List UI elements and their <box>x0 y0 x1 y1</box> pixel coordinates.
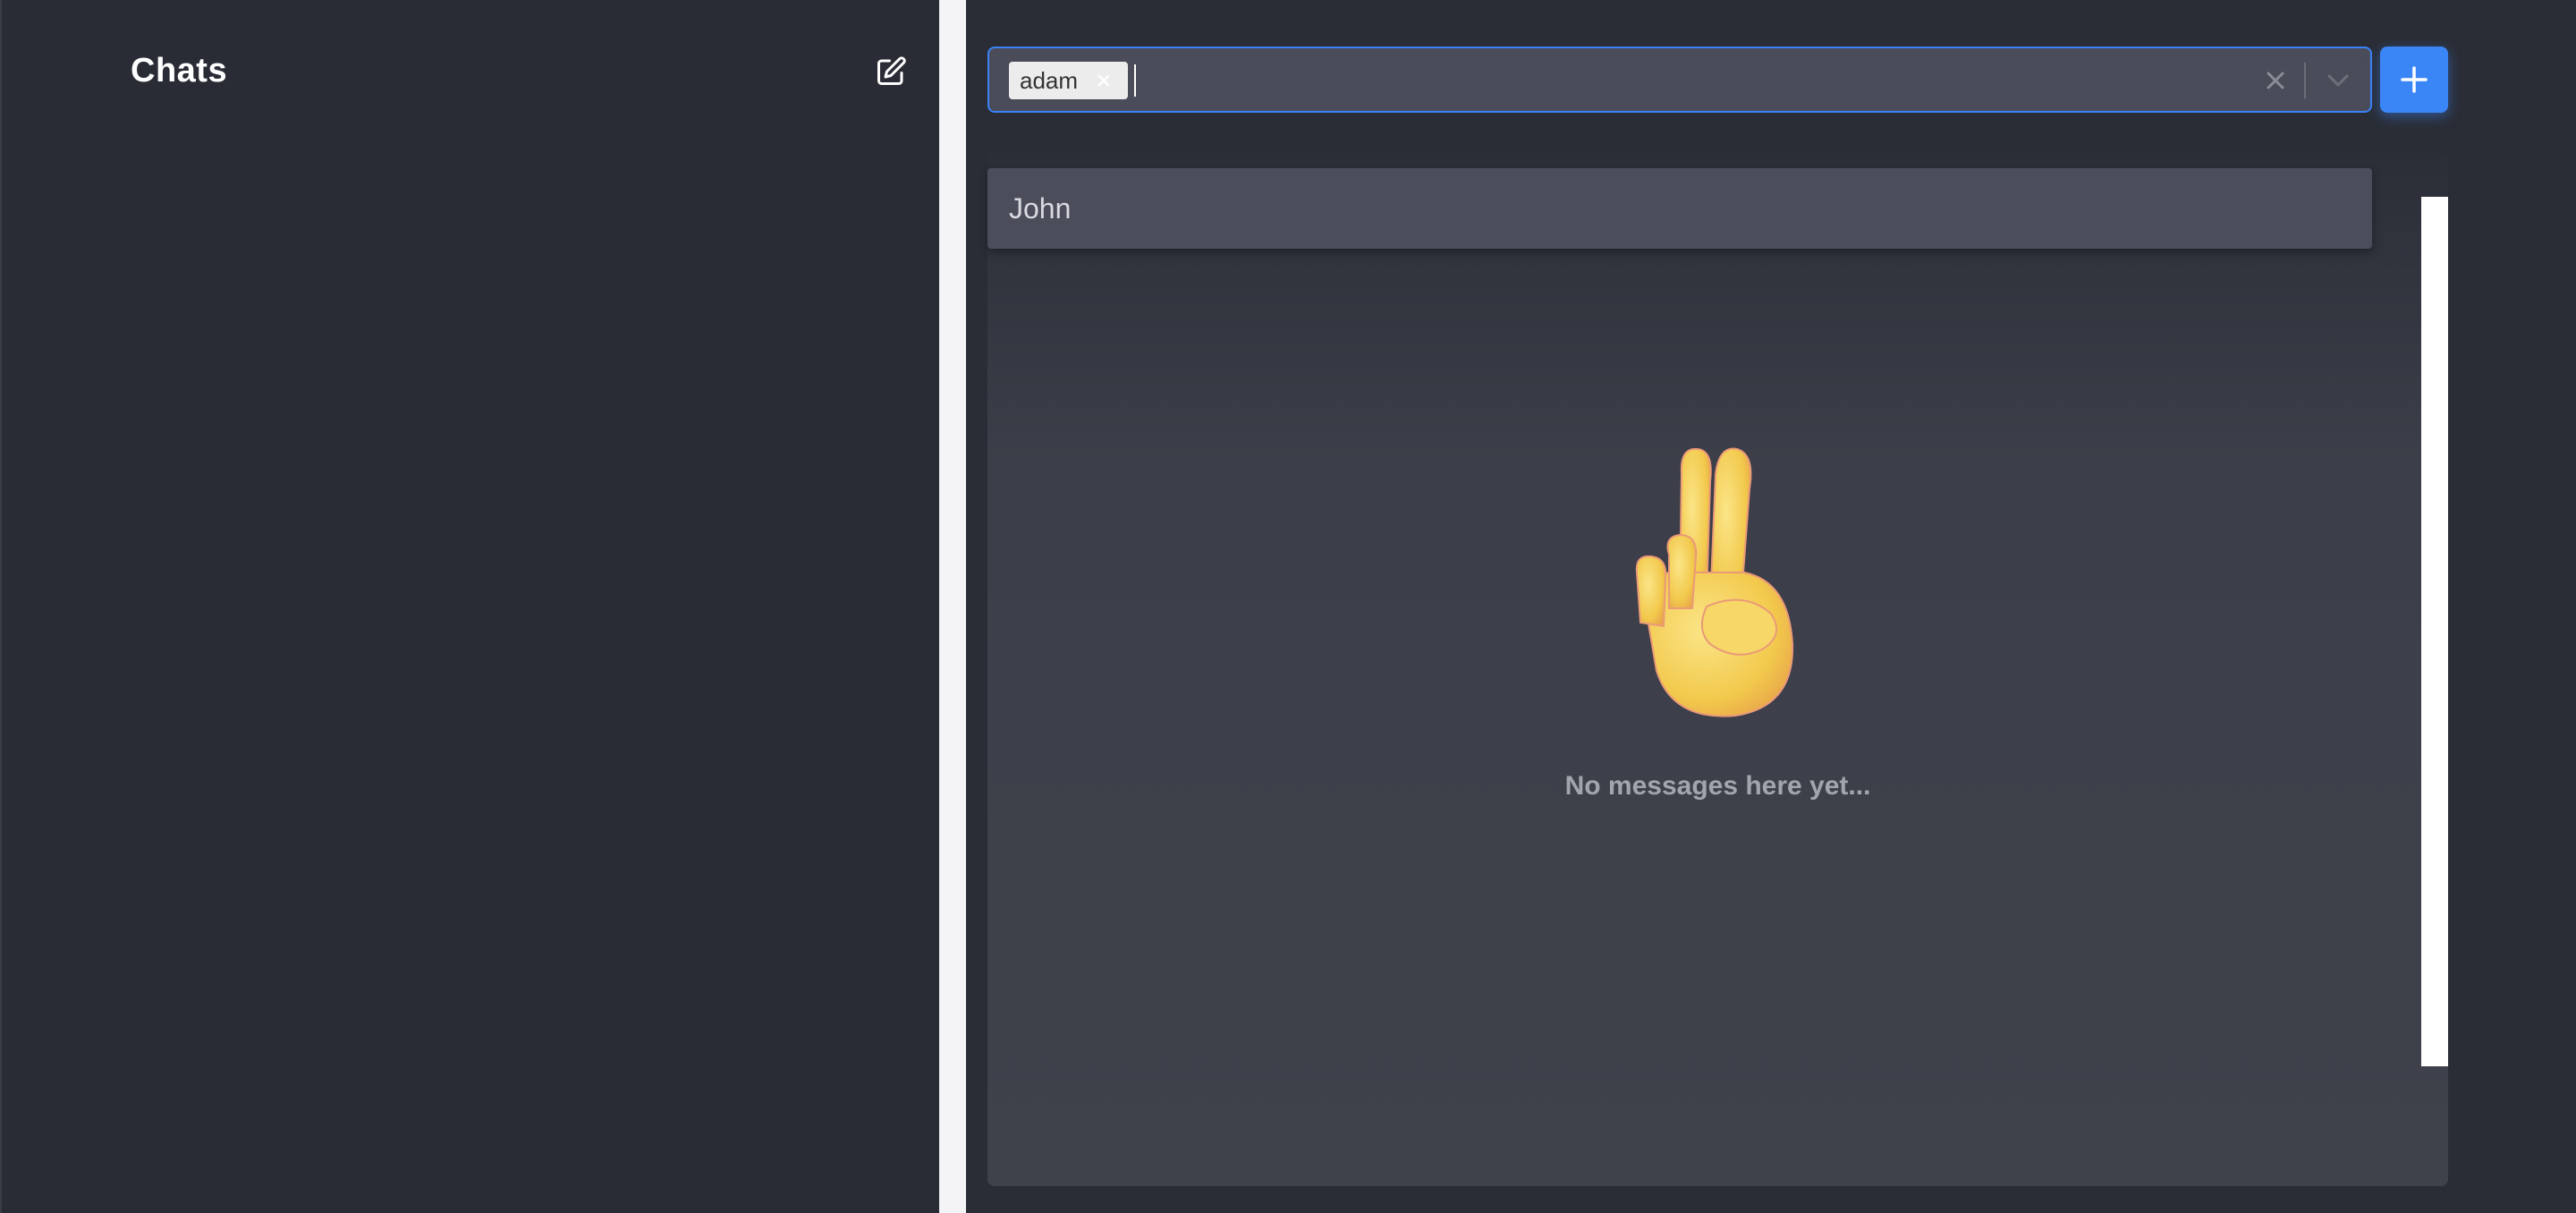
compose-icon <box>877 56 906 85</box>
remove-recipient-button[interactable] <box>1090 62 1117 99</box>
indicator-separator <box>2304 63 2306 98</box>
scrollbar[interactable] <box>2421 197 2448 1066</box>
close-icon <box>1097 74 1110 87</box>
app-window: Chats No messages here yet... adam John <box>0 0 2576 1213</box>
chevron-down-icon <box>2327 74 2349 87</box>
recipient-select[interactable]: adam <box>987 47 2372 113</box>
add-recipient-button[interactable] <box>2380 47 2448 113</box>
chip-label: adam <box>1020 66 1079 94</box>
text-cursor <box>1134 64 1136 97</box>
sidebar: Chats <box>0 0 939 1213</box>
recipient-options-menu: John <box>987 168 2372 249</box>
empty-state-text: No messages here yet... <box>1564 771 1871 801</box>
chat-panel: No messages here yet... adam John <box>966 0 2576 1213</box>
close-icon <box>2267 72 2284 89</box>
plus-icon <box>2401 66 2428 93</box>
dropdown-toggle[interactable] <box>2320 64 2356 97</box>
sidebar-title: Chats <box>131 52 228 89</box>
victory-hand-icon <box>1635 447 1794 717</box>
selected-recipient-chip: adam <box>1009 62 1129 99</box>
panel-divider[interactable] <box>939 0 966 1213</box>
new-chat-button[interactable] <box>873 54 909 89</box>
clear-selection-button[interactable] <box>2259 64 2292 97</box>
option-john[interactable]: John <box>987 168 2372 249</box>
